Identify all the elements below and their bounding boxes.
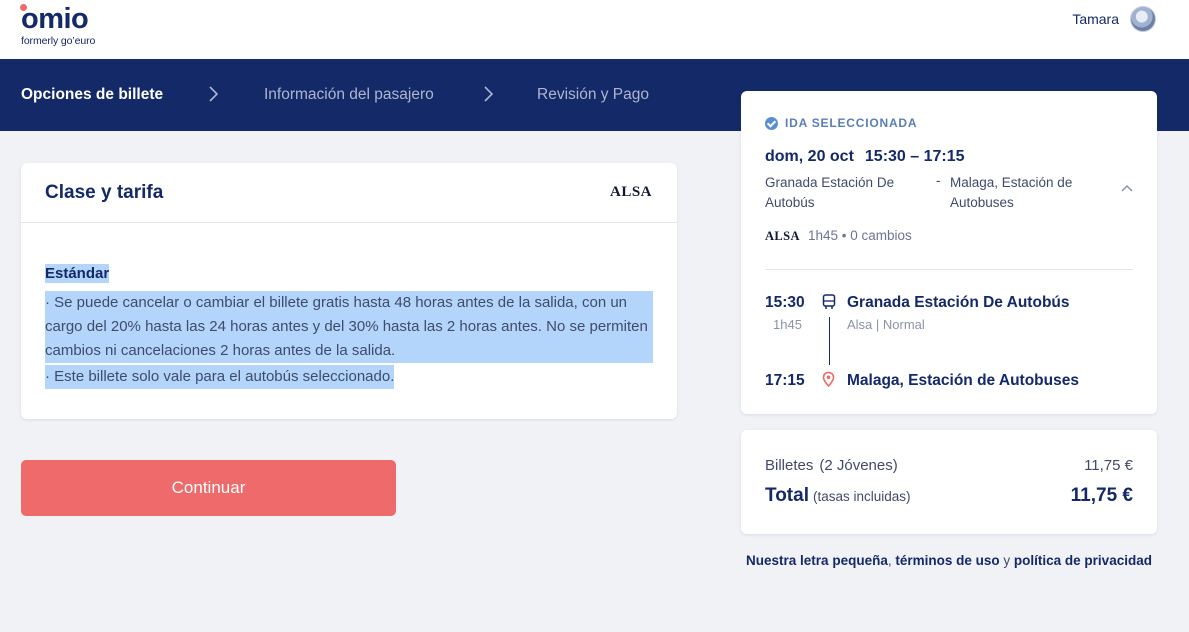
trip-times: 15:30 – 17:15 (864, 148, 965, 165)
carrier-logo: ALSA (609, 184, 652, 200)
tickets-row: Billetes (2 Jóvenes) 11,75 € (765, 457, 1133, 474)
departure-time: 15:30 (765, 294, 805, 311)
total-value: 11,75 € (1070, 485, 1133, 506)
carrier-logo-small: ALSA (765, 229, 800, 243)
departure-station: Granada Estación De Autobús (847, 294, 1070, 311)
arrival-station: Malaga, Estación de Autobuses (847, 372, 1079, 389)
logo-subtitle: formerly go’euro (21, 35, 96, 47)
logo-wordmark: omio (20, 3, 89, 35)
user-menu[interactable]: Tamara (1072, 6, 1156, 32)
fare-title: Clase y tarifa (45, 182, 164, 203)
tickets-detail: (2 Jóvenes) (819, 457, 898, 474)
fare-condition-cancellation: · Se puede cancelar o cambiar el billete… (45, 291, 653, 363)
user-name: Tamara (1072, 11, 1119, 27)
total-label-group: Total (tasas incluidas) (765, 485, 911, 507)
total-note: (tasas incluidas) (812, 489, 911, 504)
legal-and: y (1003, 553, 1011, 568)
top-header: omio formerly go’euro Tamara (0, 0, 1189, 59)
fare-conditions: · Se puede cancelar o cambiar el billete… (45, 291, 653, 389)
omio-logo[interactable]: omio formerly go’euro (20, 3, 96, 47)
bus-icon (822, 294, 836, 315)
trip-date: dom, 20 oct (765, 148, 854, 165)
selected-tag: IDA SELECCIONADA (765, 116, 917, 130)
chevron-up-icon[interactable] (1121, 179, 1133, 197)
fare-card-header: Clase y tarifa ALSA (21, 163, 677, 223)
tickets-label-group: Billetes (2 Jóvenes) (765, 457, 898, 474)
total-label: Total (765, 485, 809, 506)
route-origin: Granada Estación De Autobús (765, 175, 895, 210)
trip-summary-card: IDA SELECCIONADA dom, 20 oct 15:30 – 17:1… (741, 91, 1157, 414)
trip-datetime: dom, 20 oct 15:30 – 17:15 (765, 148, 965, 166)
legal-links: Nuestra letra pequeña, términos de uso y… (741, 551, 1157, 571)
step-ticket-options[interactable]: Opciones de billete (21, 86, 163, 104)
continue-button[interactable]: Continuar (21, 460, 396, 516)
route-line (829, 317, 830, 365)
trip-duration-changes: 1h45 • 0 cambios (807, 228, 912, 243)
fare-condition-validity: · Este billete solo vale para el autobús… (45, 365, 395, 389)
fare-card: Clase y tarifa ALSA Estándar · Se puede … (21, 163, 677, 419)
step-review-payment[interactable]: Revisión y Pago (537, 86, 649, 104)
tickets-label: Billetes (765, 457, 814, 474)
check-circle-icon (765, 116, 778, 130)
arrival-time: 17:15 (765, 372, 805, 389)
fine-print-link[interactable]: Nuestra letra pequeña (746, 553, 888, 568)
avatar[interactable] (1130, 6, 1156, 32)
legal-comma: , (887, 553, 892, 568)
chevron-right-icon (484, 86, 493, 102)
divider (765, 269, 1133, 270)
terms-of-use-link[interactable]: términos de uso (895, 553, 999, 568)
privacy-policy-link[interactable]: política de privacidad (1014, 553, 1152, 568)
route-separator: - (936, 173, 941, 188)
price-summary-card: Billetes (2 Jóvenes) 11,75 € Total (tasas … (741, 430, 1157, 534)
chevron-right-icon (209, 86, 218, 102)
fare-name: Estándar (45, 264, 110, 283)
location-pin-icon (822, 371, 835, 392)
step-passenger-info[interactable]: Información del pasajero (264, 86, 434, 104)
selected-tag-label: IDA SELECCIONADA (785, 116, 918, 130)
segment-operator: Alsa | Normal (847, 317, 925, 332)
fare-details: Estándar · Se puede cancelar o cambiar e… (45, 264, 653, 389)
logo-dot (20, 4, 27, 11)
segment-duration: 1h45 (773, 317, 802, 332)
total-row: Total (tasas incluidas) 11,75 € (765, 485, 1133, 507)
trip-meta: ALSA 1h45 • 0 cambios (765, 228, 912, 244)
route-destination: Malaga, Estación de Autobuses (950, 175, 1073, 210)
tickets-value: 11,75 € (1084, 457, 1133, 474)
